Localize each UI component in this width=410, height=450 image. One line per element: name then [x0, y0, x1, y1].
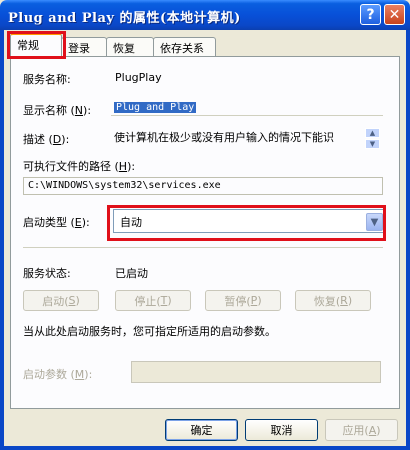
start-params-hint: 当从此处启动服务时，您可指定所适用的启动参数。 [23, 325, 276, 338]
tab-recovery[interactable]: 恢复 [106, 37, 154, 57]
window-border-bottom [0, 446, 410, 450]
close-button[interactable]: ✕ [384, 4, 405, 25]
ok-button[interactable]: 确定 [165, 419, 238, 441]
tab-dependencies[interactable]: 依存关系 [153, 37, 216, 57]
startup-type-select[interactable]: 自动 ▼ [113, 209, 385, 233]
resume-button[interactable]: 恢复(R) [295, 290, 371, 311]
description-label: 描述 (D): [23, 133, 70, 146]
properties-window: Plug and Play 的属性(本地计算机) ? ✕ 常规 登录 恢复 依存… [0, 0, 410, 450]
general-panel: 服务名称: PlugPlay 显示名称 (N): Plug and Play 描… [10, 56, 400, 409]
cancel-label: 取消 [270, 424, 293, 437]
service-name-value: PlugPlay [115, 71, 162, 84]
service-status-label: 服务状态: [23, 267, 71, 280]
startup-type-label: 启动类型 (E): [23, 216, 90, 229]
window-border-left [0, 30, 4, 450]
service-status-value: 已启动 [115, 267, 148, 280]
separator-1 [23, 247, 383, 248]
description-scroll-down[interactable]: ▼ [365, 139, 380, 149]
startup-type-dropdown-button[interactable]: ▼ [366, 213, 383, 231]
exe-path-field[interactable]: C:\WINDOWS\system32\services.exe [23, 177, 383, 195]
close-icon: ✕ [388, 6, 401, 23]
help-button[interactable]: ? [360, 4, 381, 25]
tab-dependencies-label: 依存关系 [160, 42, 204, 55]
start-params-input[interactable] [131, 361, 381, 383]
chevron-up-icon: ▲ [369, 129, 376, 137]
title-bar[interactable]: Plug and Play 的属性(本地计算机) ? ✕ [0, 0, 410, 30]
ok-label: 确定 [190, 424, 213, 437]
startup-type-value: 自动 [120, 216, 142, 229]
window-border-right [406, 30, 410, 450]
start-button[interactable]: 启动(S) [23, 290, 99, 311]
display-name-value: Plug and Play [114, 102, 197, 113]
cancel-button[interactable]: 取消 [245, 419, 318, 441]
stop-button[interactable]: 停止(T) [115, 290, 191, 311]
pause-button[interactable]: 暂停(P) [205, 290, 281, 311]
chevron-down-icon: ▼ [369, 140, 376, 148]
description-scroll-up[interactable]: ▲ [365, 128, 380, 138]
tab-recovery-label: 恢复 [113, 42, 135, 55]
tab-general[interactable]: 常规 [10, 33, 62, 58]
window-title: Plug and Play 的属性(本地计算机) [8, 11, 241, 26]
start-params-label: 启动参数 (M): [23, 368, 93, 381]
description-value: 使计算机在极少或没有用户输入的情况下能识 [114, 131, 334, 144]
tab-logon[interactable]: 登录 [61, 37, 107, 57]
display-name-field[interactable]: Plug and Play [111, 98, 383, 116]
display-name-underline [111, 115, 383, 116]
service-name-label: 服务名称: [23, 73, 71, 86]
apply-button[interactable]: 应用(A) [325, 419, 398, 441]
help-icon: ? [366, 6, 375, 23]
exe-path-value: C:\WINDOWS\system32\services.exe [28, 180, 221, 191]
tab-logon-label: 登录 [68, 42, 90, 55]
chevron-down-icon: ▼ [370, 216, 379, 228]
description-field[interactable]: 使计算机在极少或没有用户输入的情况下能识 [111, 126, 383, 150]
tab-general-label: 常规 [17, 39, 39, 52]
exe-path-label: 可执行文件的路径 (H): [23, 160, 136, 173]
display-name-label: 显示名称 (N): [23, 104, 92, 117]
